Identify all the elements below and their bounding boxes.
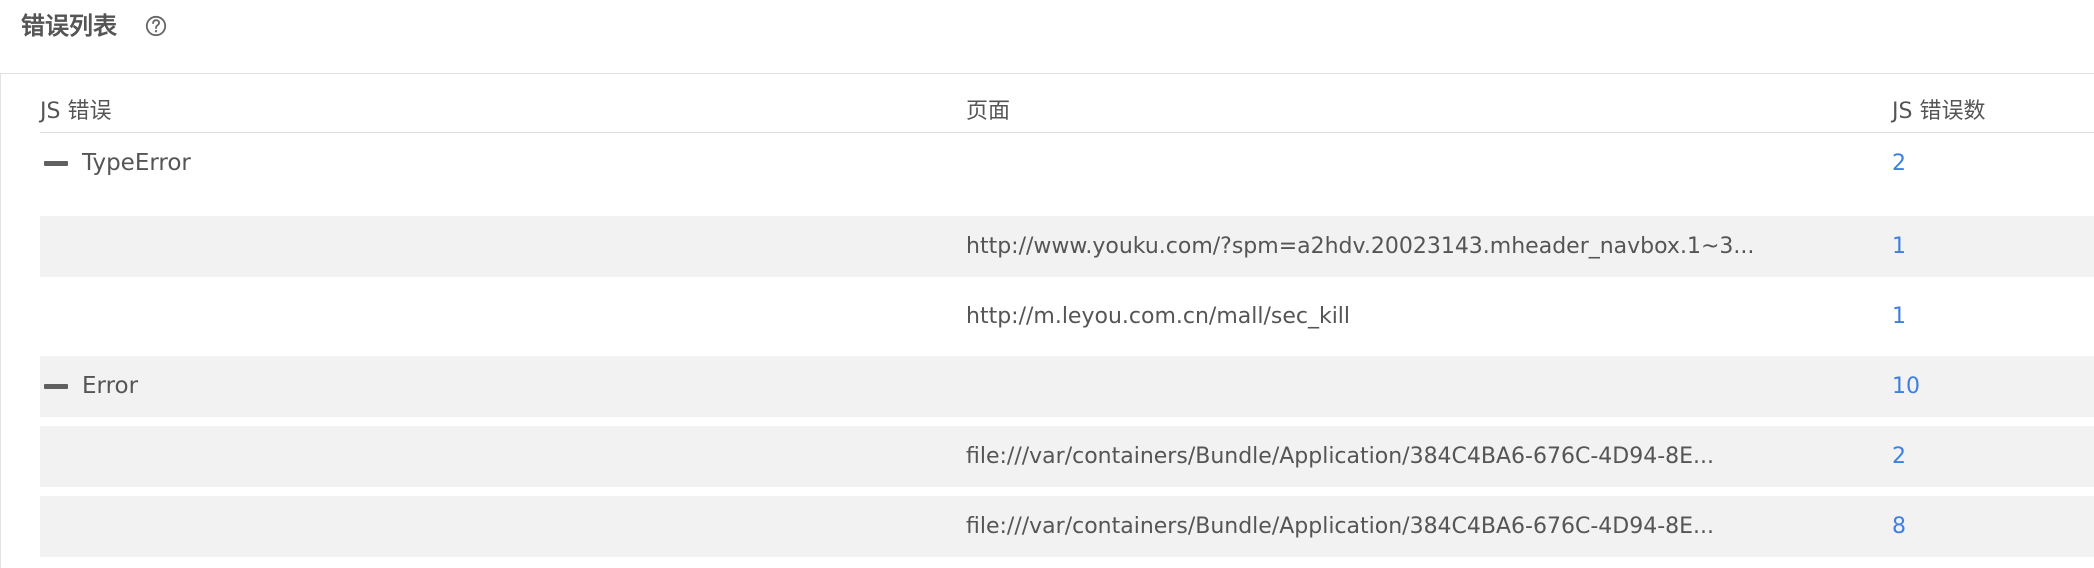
error-count-link[interactable]: 1: [1892, 286, 1906, 347]
page-url: file:///var/containers/Bundle/Applicatio…: [966, 444, 1715, 469]
table-row: file:///var/containers/Bundle/Applicatio…: [40, 426, 2094, 487]
error-count-link[interactable]: 2: [1892, 426, 1906, 487]
error-count-link[interactable]: 8: [1892, 496, 1906, 557]
table-row: TypeError 2: [40, 133, 2094, 194]
column-header-page: 页面: [966, 99, 1011, 124]
table-row: http://m.leyou.com.cn/mall/sec_kill 1: [40, 286, 2094, 347]
error-type-label: TypeError: [82, 150, 191, 176]
table-row: file:///var/containers/Bundle/Applicatio…: [40, 496, 2094, 557]
error-list-page: 错误列表 JS 错误 页面 JS 错误数 TypeError 2 http://…: [0, 0, 2094, 568]
table-row: Error 10: [40, 356, 2094, 417]
error-count-link[interactable]: 2: [1892, 133, 1906, 194]
error-count-link[interactable]: 10: [1892, 356, 1920, 417]
panel-header: 错误列表: [0, 0, 2094, 74]
page-url: http://www.youku.com/?spm=a2hdv.20023143…: [966, 234, 1755, 259]
page-url: http://m.leyou.com.cn/mall/sec_kill: [966, 304, 1351, 329]
collapse-minus-icon[interactable]: [44, 384, 68, 389]
panel-left-border: [0, 74, 1, 568]
table-row: http://www.youku.com/?spm=a2hdv.20023143…: [40, 216, 2094, 277]
column-header-js-error: JS 错误: [40, 99, 112, 124]
table-header: JS 错误 页面 JS 错误数: [40, 92, 2094, 133]
page-url: file:///var/containers/Bundle/Applicatio…: [966, 514, 1715, 539]
error-table: JS 错误 页面 JS 错误数 TypeError 2 http://www.y…: [40, 74, 2094, 568]
error-type-label: Error: [82, 373, 139, 399]
page-title: 错误列表: [21, 12, 117, 40]
question-circle-icon[interactable]: [144, 14, 168, 38]
column-header-js-error-count: JS 错误数: [1892, 99, 1986, 124]
error-count-link[interactable]: 1: [1892, 216, 1906, 277]
collapse-minus-icon[interactable]: [44, 161, 68, 166]
